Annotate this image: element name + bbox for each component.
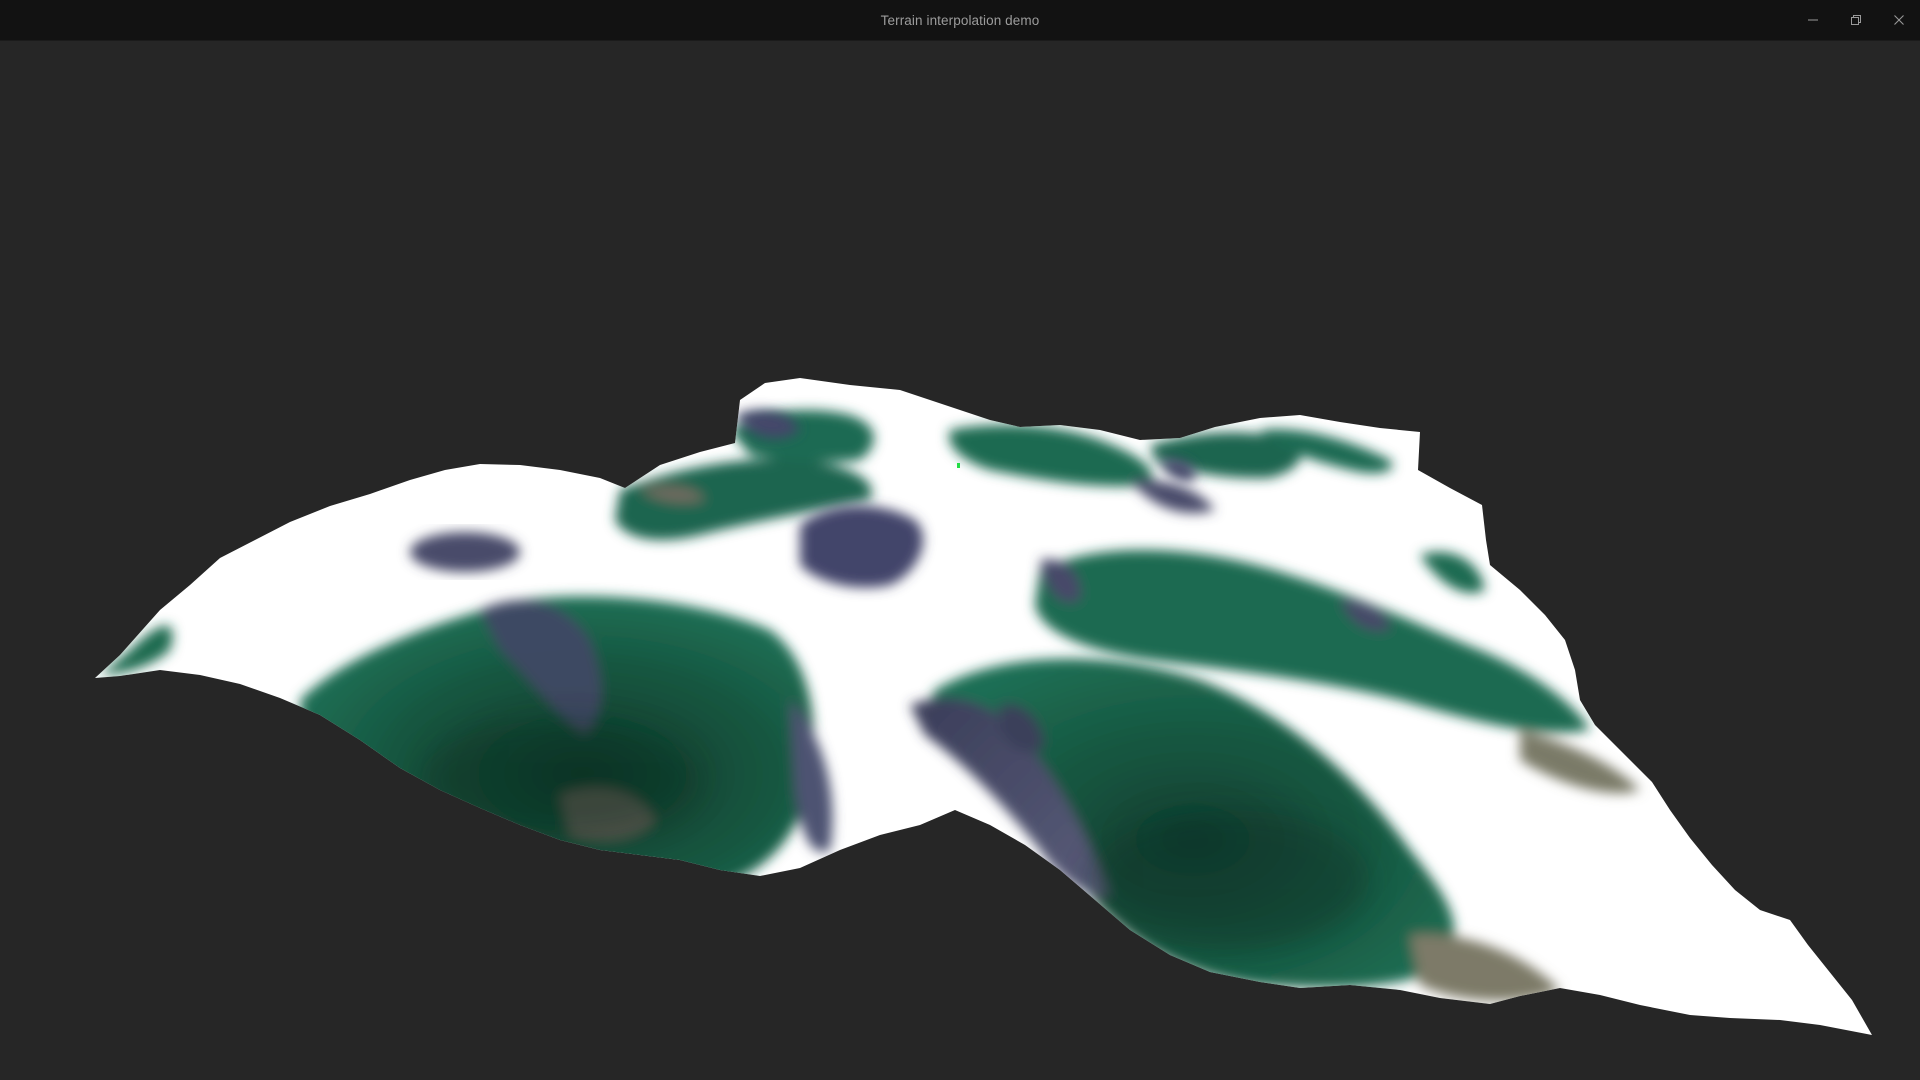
terrain-surface xyxy=(95,378,1872,1035)
rock-crater-left xyxy=(410,532,520,572)
window-controls xyxy=(1791,0,1920,40)
window-title: Terrain interpolation demo xyxy=(880,12,1040,28)
title-bar[interactable]: Terrain interpolation demo xyxy=(0,0,1920,41)
restore-icon xyxy=(1850,15,1861,25)
render-viewport[interactable] xyxy=(0,40,1920,1080)
terrain-canvas[interactable] xyxy=(0,40,1920,1080)
minimize-icon xyxy=(1807,19,1818,21)
close-icon xyxy=(1893,15,1904,25)
rock-crater-center xyxy=(800,505,924,588)
app-window: Terrain interpolation demo xyxy=(0,0,1920,1080)
minimize-button[interactable] xyxy=(1791,0,1834,40)
close-button[interactable] xyxy=(1877,0,1920,40)
cursor-marker xyxy=(957,463,960,468)
restore-button[interactable] xyxy=(1834,0,1877,40)
